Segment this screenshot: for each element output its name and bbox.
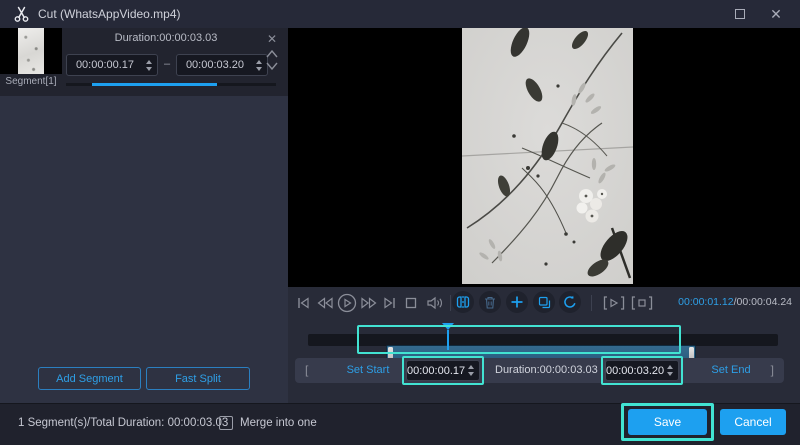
segment-end-input[interactable]: 00:00:03.20 bbox=[176, 54, 268, 76]
trim-start-input[interactable]: 00:00:00.17 bbox=[406, 360, 480, 381]
video-preview-area bbox=[288, 28, 800, 287]
current-time: 00:00:01.12 bbox=[678, 296, 734, 308]
title-bar: Cut (WhatsAppVideo.mp4) ✕ bbox=[0, 0, 800, 28]
total-time: 00:00:04.24 bbox=[736, 296, 792, 308]
trim-duration-label: Duration:00:00:03.03 bbox=[495, 364, 598, 376]
video-frame bbox=[462, 28, 633, 284]
scissors-icon bbox=[13, 6, 30, 23]
fast-split-button[interactable]: Fast Split bbox=[146, 367, 250, 390]
playhead-marker[interactable] bbox=[442, 323, 454, 330]
merge-label: Merge into one bbox=[240, 417, 317, 429]
trim-end-input[interactable]: 00:00:03.20 bbox=[605, 360, 679, 381]
time-display: 00:00:01.12/00:00:04.24 bbox=[678, 296, 792, 308]
open-bracket: [ bbox=[305, 363, 309, 377]
segment-progress-track bbox=[66, 83, 276, 86]
divider bbox=[450, 295, 451, 311]
play-segment-icon[interactable] bbox=[602, 293, 626, 313]
set-end-button[interactable]: Set End bbox=[703, 364, 759, 376]
play-icon[interactable] bbox=[336, 293, 358, 313]
trim-start-spinner[interactable] bbox=[465, 365, 477, 376]
segment-progress-fill bbox=[92, 83, 217, 86]
save-button[interactable]: Save bbox=[628, 409, 707, 435]
segment-start-spinner[interactable] bbox=[143, 59, 155, 71]
playhead-line[interactable] bbox=[447, 330, 449, 350]
segment-thumbnail[interactable] bbox=[0, 28, 62, 74]
divider bbox=[591, 295, 592, 311]
stop-icon[interactable] bbox=[402, 293, 420, 313]
footer-bar: 1 Segment(s)/Total Duration: 00:00:03.03… bbox=[0, 403, 800, 445]
player-controls: 00:00:01.12/00:00:04.24 [ Set Start 00:0… bbox=[288, 287, 800, 403]
delete-icon[interactable] bbox=[479, 291, 501, 313]
copy-icon[interactable] bbox=[533, 291, 555, 313]
close-bracket: ] bbox=[770, 363, 774, 377]
rewind-icon[interactable] bbox=[314, 293, 336, 313]
cancel-button[interactable]: Cancel bbox=[720, 409, 786, 435]
skip-end-icon[interactable] bbox=[380, 293, 398, 313]
segment-summary: 1 Segment(s)/Total Duration: 00:00:03.03 bbox=[18, 417, 229, 429]
segment-panel: Segment[1] Duration:00:00:03.03 00:00:00… bbox=[0, 28, 288, 403]
window-title: Cut (WhatsAppVideo.mp4) bbox=[38, 7, 181, 21]
set-start-button[interactable]: Set Start bbox=[333, 364, 403, 376]
cut-dialog: Cut (WhatsAppVideo.mp4) ✕ Segment[1] Dur… bbox=[0, 0, 800, 445]
move-up-icon[interactable] bbox=[264, 50, 280, 60]
segment-thumbnail-image bbox=[18, 28, 44, 74]
reset-icon[interactable] bbox=[559, 291, 581, 313]
trim-bar: [ Set Start 00:00:00.17 Duration:00:00:0… bbox=[295, 356, 784, 385]
add-icon[interactable] bbox=[506, 291, 528, 313]
stop-segment-icon[interactable] bbox=[630, 293, 654, 313]
timeline bbox=[288, 320, 800, 363]
skip-start-icon[interactable] bbox=[294, 293, 312, 313]
segment-item[interactable]: Segment[1] Duration:00:00:03.03 00:00:00… bbox=[0, 28, 288, 96]
add-segment-button[interactable]: Add Segment bbox=[38, 367, 141, 390]
timeline-track[interactable] bbox=[308, 334, 778, 363]
segment-duration-label: Duration:00:00:03.03 bbox=[114, 32, 218, 44]
merge-checkbox[interactable] bbox=[219, 416, 233, 430]
split-icon[interactable] bbox=[452, 291, 474, 313]
remove-segment-icon[interactable]: ✕ bbox=[264, 33, 280, 45]
trim-end-spinner[interactable] bbox=[664, 365, 676, 376]
segment-label: Segment[1] bbox=[5, 76, 57, 87]
move-down-icon[interactable] bbox=[264, 62, 280, 72]
forward-icon[interactable] bbox=[358, 293, 380, 313]
close-icon[interactable]: ✕ bbox=[768, 6, 784, 22]
maximize-icon[interactable] bbox=[732, 6, 748, 22]
range-dash: – bbox=[163, 58, 171, 70]
segment-start-input[interactable]: 00:00:00.17 bbox=[66, 54, 158, 76]
volume-icon[interactable] bbox=[424, 293, 446, 313]
